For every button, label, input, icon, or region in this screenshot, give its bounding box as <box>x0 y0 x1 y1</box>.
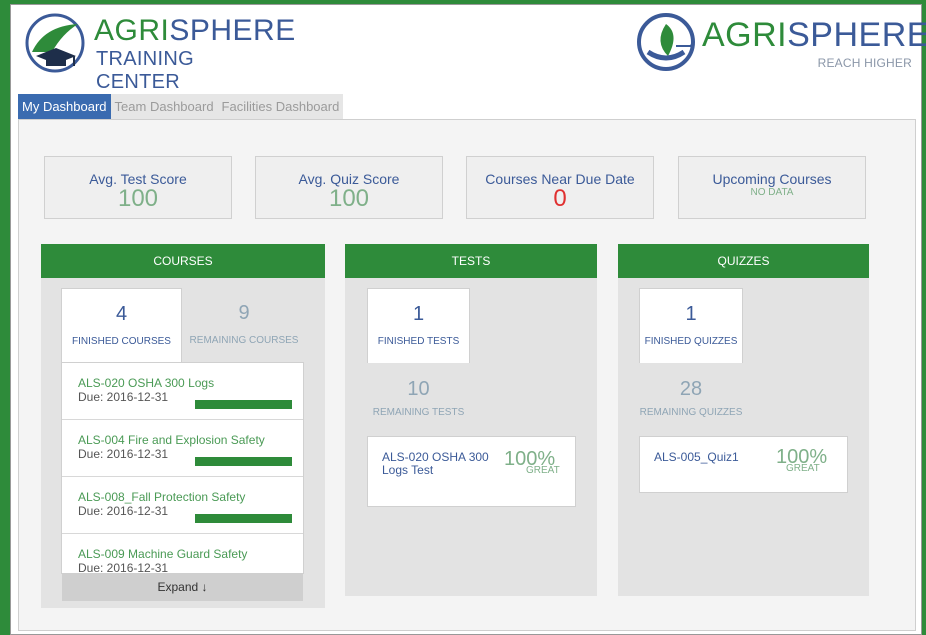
right-logo-tagline: REACH HIGHER <box>817 56 912 70</box>
remaining-courses-count: 9 <box>238 302 250 324</box>
left-logo-title: AGRISPHERE <box>94 14 296 48</box>
training-center-logo: AGRISPHERE TRAINING CENTER <box>22 10 295 93</box>
logo-agri-text: AGRI <box>702 16 788 54</box>
expand-button[interactable]: Expand ↓ <box>62 573 303 601</box>
dashboard-tabs: My Dashboard Team Dashboard Facilities D… <box>18 94 344 119</box>
right-border-strip <box>922 0 926 635</box>
agrisphere-logo: AGRISPHERE REACH HIGHER <box>636 10 926 76</box>
course-due: Due: 2016-12-31 <box>78 390 169 404</box>
finished-tests-tab[interactable]: 1 FINISHED TESTS <box>367 288 470 363</box>
finished-quizzes-label: FINISHED QUIZZES <box>644 336 738 347</box>
remaining-quizzes-count: 28 <box>679 378 703 400</box>
logo-sphere-text: SPHERE <box>787 16 926 54</box>
stat-no-data: NO DATA <box>750 187 794 198</box>
stat-value: 100 <box>117 185 159 212</box>
course-due: Due: 2016-12-31 <box>78 447 169 461</box>
test-grade: GREAT <box>526 465 560 476</box>
list-item[interactable]: ALS-020 OSHA 300 Logs Due: 2016-12-31 <box>62 363 303 420</box>
quiz-name: ALS-005_Quiz1 <box>654 450 739 464</box>
test-name: ALS-020 OSHA 300 Logs Test <box>382 451 489 477</box>
list-item[interactable]: ALS-004 Fire and Explosion Safety Due: 2… <box>62 420 303 477</box>
course-name: ALS-004 Fire and Explosion Safety <box>78 433 265 447</box>
quizzes-header: QUIZZES <box>618 244 869 278</box>
courses-near-due-card: Courses Near Due Date 0 <box>466 156 654 219</box>
course-progress-bar <box>195 457 292 466</box>
stat-label: Upcoming Courses <box>712 171 832 187</box>
finished-courses-tab[interactable]: 4 FINISHED COURSES <box>61 288 182 363</box>
course-progress-bar <box>195 400 292 409</box>
remaining-tests-count: 10 <box>407 378 430 400</box>
tab-team-dashboard[interactable]: Team Dashboard <box>110 94 218 119</box>
finished-courses-label: FINISHED COURSES <box>72 336 171 347</box>
right-logo-title: AGRISPHERE <box>702 16 926 55</box>
stat-value: 0 <box>553 185 567 212</box>
logo-agri-text: AGRI <box>94 14 170 47</box>
test-result-card[interactable]: ALS-020 OSHA 300 Logs Test 100% GREAT <box>367 436 576 507</box>
remaining-quizzes-tab[interactable]: 28 REMAINING QUIZZES <box>639 378 743 418</box>
stat-value: 100 <box>328 185 370 212</box>
leaf-circuit-icon <box>637 13 695 71</box>
remaining-tests-tab[interactable]: 10 REMAINING TESTS <box>367 378 470 418</box>
remaining-courses-tab[interactable]: 9 REMAINING COURSES <box>184 288 304 363</box>
logo-sphere-text: SPHERE <box>169 14 296 47</box>
course-progress-bar <box>195 514 292 523</box>
test-name-line1: ALS-020 OSHA 300 <box>382 450 489 464</box>
progress-fill <box>195 514 292 523</box>
finished-quizzes-count: 1 <box>685 303 697 325</box>
remaining-tests-label: REMAINING TESTS <box>372 407 465 418</box>
list-item[interactable]: ALS-009 Machine Guard Safety Due: 2016-1… <box>62 534 303 573</box>
course-list: ALS-020 OSHA 300 Logs Due: 2016-12-31 AL… <box>61 362 304 574</box>
course-name: ALS-009 Machine Guard Safety <box>78 547 248 561</box>
graduation-cap-globe-icon <box>25 13 85 73</box>
avg-test-score-card: Avg. Test Score 100 <box>44 156 232 219</box>
avg-quiz-score-card: Avg. Quiz Score 100 <box>255 156 443 219</box>
course-name: ALS-020 OSHA 300 Logs <box>78 376 215 390</box>
list-item[interactable]: ALS-008_Fall Protection Safety Due: 2016… <box>62 477 303 534</box>
remaining-courses-label: REMAINING COURSES <box>189 335 299 346</box>
tests-header: TESTS <box>345 244 597 278</box>
finished-courses-count: 4 <box>115 303 128 325</box>
course-due: Due: 2016-12-31 <box>78 504 169 518</box>
test-name-line2: Logs Test <box>382 463 434 477</box>
remaining-quizzes-label: REMAINING QUIZZES <box>639 407 743 418</box>
left-border-strip <box>0 0 10 635</box>
left-logo-subtitle: TRAINING CENTER <box>96 48 194 93</box>
tab-facilities-dashboard[interactable]: Facilities Dashboard <box>217 94 344 119</box>
progress-fill <box>195 457 292 466</box>
quiz-result-card[interactable]: ALS-005_Quiz1 100% GREAT <box>639 436 848 493</box>
courses-header: COURSES <box>41 244 325 278</box>
finished-quizzes-tab[interactable]: 1 FINISHED QUIZZES <box>639 288 743 363</box>
finished-tests-label: FINISHED TESTS <box>377 336 460 347</box>
upcoming-courses-card: Upcoming Courses NO DATA <box>678 156 866 219</box>
course-name: ALS-008_Fall Protection Safety <box>78 490 246 504</box>
tab-my-dashboard[interactable]: My Dashboard <box>18 94 111 119</box>
finished-tests-count: 1 <box>412 303 425 325</box>
progress-fill <box>195 400 292 409</box>
quiz-grade: GREAT <box>786 463 820 474</box>
